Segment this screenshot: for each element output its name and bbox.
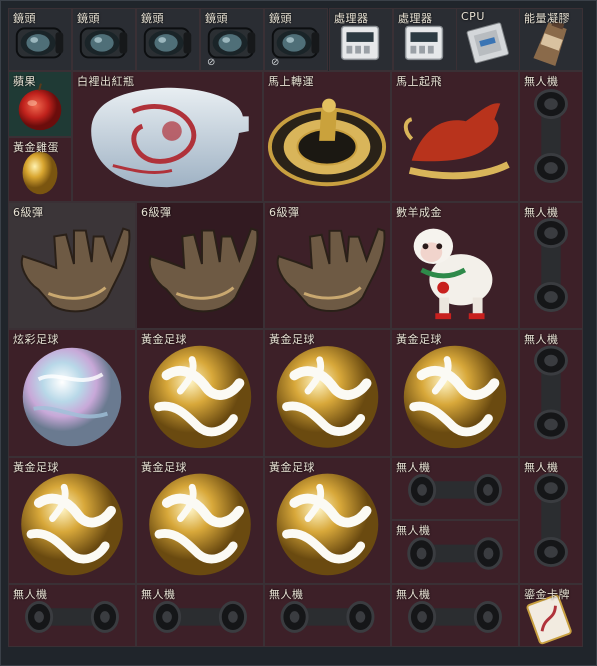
- item-label: 黃金足球: [269, 333, 315, 346]
- item-label: 6級彈: [141, 206, 172, 219]
- item-slot-golden-football-2[interactable]: 黃金足球: [264, 329, 391, 457]
- item-label: 馬上起飛: [396, 75, 442, 88]
- item-slot-golden-football-3[interactable]: 黃金足球: [391, 329, 519, 457]
- golden-football-icon: [137, 458, 263, 583]
- item-label: 鏡頭: [269, 12, 292, 25]
- item-label: 白裡出紅瓶: [77, 75, 135, 88]
- drone-part-icon: [520, 72, 582, 201]
- item-label: 無人機: [524, 75, 559, 88]
- item-slot-drone-r5b[interactable]: 無人機: [136, 584, 264, 647]
- item-label: 黃金雞蛋: [13, 141, 59, 154]
- fortune-wheel-icon: [264, 72, 390, 201]
- item-slot-golden-football-5[interactable]: 黃金足球: [136, 457, 264, 584]
- item-label: 黃金足球: [269, 461, 315, 474]
- gauntlet-icon: [9, 203, 135, 328]
- item-slot-drone-r4a[interactable]: 無人機: [391, 457, 519, 520]
- iridescent-football-icon: [9, 330, 135, 456]
- item-slot-golden-football-1[interactable]: 黃金足球: [136, 329, 264, 457]
- item-label: 黃金足球: [141, 461, 187, 474]
- item-label: 鎏金卡牌: [524, 588, 570, 601]
- sheep-figure-icon: [392, 203, 518, 328]
- item-slot-golden-football-6[interactable]: 黃金足球: [264, 457, 391, 584]
- item-slot-flying-horse[interactable]: 馬上起飛: [391, 71, 519, 202]
- golden-football-icon: [265, 458, 390, 583]
- flying-horse-icon: [392, 72, 518, 201]
- golden-football-icon: [392, 330, 518, 456]
- item-slot-vase[interactable]: 白裡出紅瓶: [72, 71, 263, 202]
- item-label: 無人機: [141, 588, 176, 601]
- item-slot-drone-r3[interactable]: 無人機: [519, 329, 583, 457]
- item-slot-sheep[interactable]: 數羊成金: [391, 202, 519, 329]
- item-slot-fortune-wheel[interactable]: 馬上轉運: [263, 71, 391, 202]
- top-slot-6[interactable]: 處理器: [329, 8, 393, 71]
- top-slot-2[interactable]: 鏡頭: [72, 8, 136, 71]
- item-slot-gauntlet-3[interactable]: 6級彈: [264, 202, 391, 329]
- top-slot-9[interactable]: 能量凝膠: [519, 8, 583, 71]
- item-slot-drone-r1[interactable]: 無人機: [519, 71, 583, 202]
- item-label: 6級彈: [13, 206, 44, 219]
- item-slot-gauntlet-2[interactable]: 6級彈: [136, 202, 264, 329]
- item-label: 蘋果: [13, 75, 36, 88]
- drone-part-icon: [520, 458, 582, 583]
- item-slot-iridescent-football[interactable]: 炫彩足球: [8, 329, 136, 457]
- item-label: 炫彩足球: [13, 333, 59, 346]
- golden-football-icon: [137, 330, 263, 456]
- item-label: 鏡頭: [77, 12, 100, 25]
- drone-part-icon: [520, 330, 582, 456]
- golden-football-icon: [265, 330, 390, 456]
- top-slot-7[interactable]: 處理器: [393, 8, 457, 71]
- item-label: 無人機: [524, 333, 559, 346]
- item-label: 6級彈: [269, 206, 300, 219]
- top-slot-1[interactable]: 鏡頭: [8, 8, 72, 71]
- item-label: 處理器: [334, 12, 369, 25]
- item-label: 無人機: [396, 461, 431, 474]
- top-slot-3[interactable]: 鏡頭: [136, 8, 200, 71]
- item-label: 鏡頭: [13, 12, 36, 25]
- item-slot-golden-egg[interactable]: 黃金雞蛋: [8, 137, 72, 202]
- item-label: 無人機: [13, 588, 48, 601]
- item-label: 處理器: [398, 12, 433, 25]
- item-slot-drone-r4b[interactable]: 無人機: [391, 520, 519, 584]
- item-slot-apple[interactable]: 蘋果: [8, 71, 72, 137]
- item-label: 無人機: [396, 524, 431, 537]
- item-slot-gilded-card[interactable]: 鎏金卡牌: [519, 584, 583, 647]
- item-label: 黃金足球: [141, 333, 187, 346]
- top-slot-5[interactable]: 鏡頭 ⊘: [264, 8, 328, 71]
- item-slot-drone-r4c[interactable]: 無人機: [519, 457, 583, 584]
- item-label: 無人機: [396, 588, 431, 601]
- item-slot-drone-r5c[interactable]: 無人機: [264, 584, 391, 647]
- top-slot-8[interactable]: CPU: [456, 8, 520, 71]
- golden-football-icon: [9, 458, 135, 583]
- item-label: 能量凝膠: [524, 12, 570, 25]
- item-slot-drone-r5a[interactable]: 無人機: [8, 584, 136, 647]
- item-label: 數羊成金: [396, 206, 442, 219]
- item-slot-drone-r5d[interactable]: 無人機: [391, 584, 519, 647]
- item-label: 無人機: [524, 206, 559, 219]
- item-slot-drone-r2[interactable]: 無人機: [519, 202, 583, 329]
- gauntlet-icon: [265, 203, 390, 328]
- top-slot-4[interactable]: 鏡頭 ⊘: [200, 8, 264, 71]
- item-label: 無人機: [269, 588, 304, 601]
- item-label: CPU: [461, 10, 485, 23]
- item-slot-gauntlet-1[interactable]: 6級彈: [8, 202, 136, 329]
- item-slot-golden-football-4[interactable]: 黃金足球: [8, 457, 136, 584]
- drone-part-icon: [520, 203, 582, 328]
- item-label: 黃金足球: [13, 461, 59, 474]
- gauntlet-icon: [137, 203, 263, 328]
- item-label: 鏡頭: [141, 12, 164, 25]
- item-label: 馬上轉運: [268, 75, 314, 88]
- item-label: 鏡頭: [205, 12, 228, 25]
- item-label: 黃金足球: [396, 333, 442, 346]
- disabled-mark-icon: ⊘: [207, 57, 216, 68]
- porcelain-vase-icon: [73, 72, 262, 201]
- item-label: 無人機: [524, 461, 559, 474]
- disabled-mark-icon: ⊘: [271, 57, 280, 68]
